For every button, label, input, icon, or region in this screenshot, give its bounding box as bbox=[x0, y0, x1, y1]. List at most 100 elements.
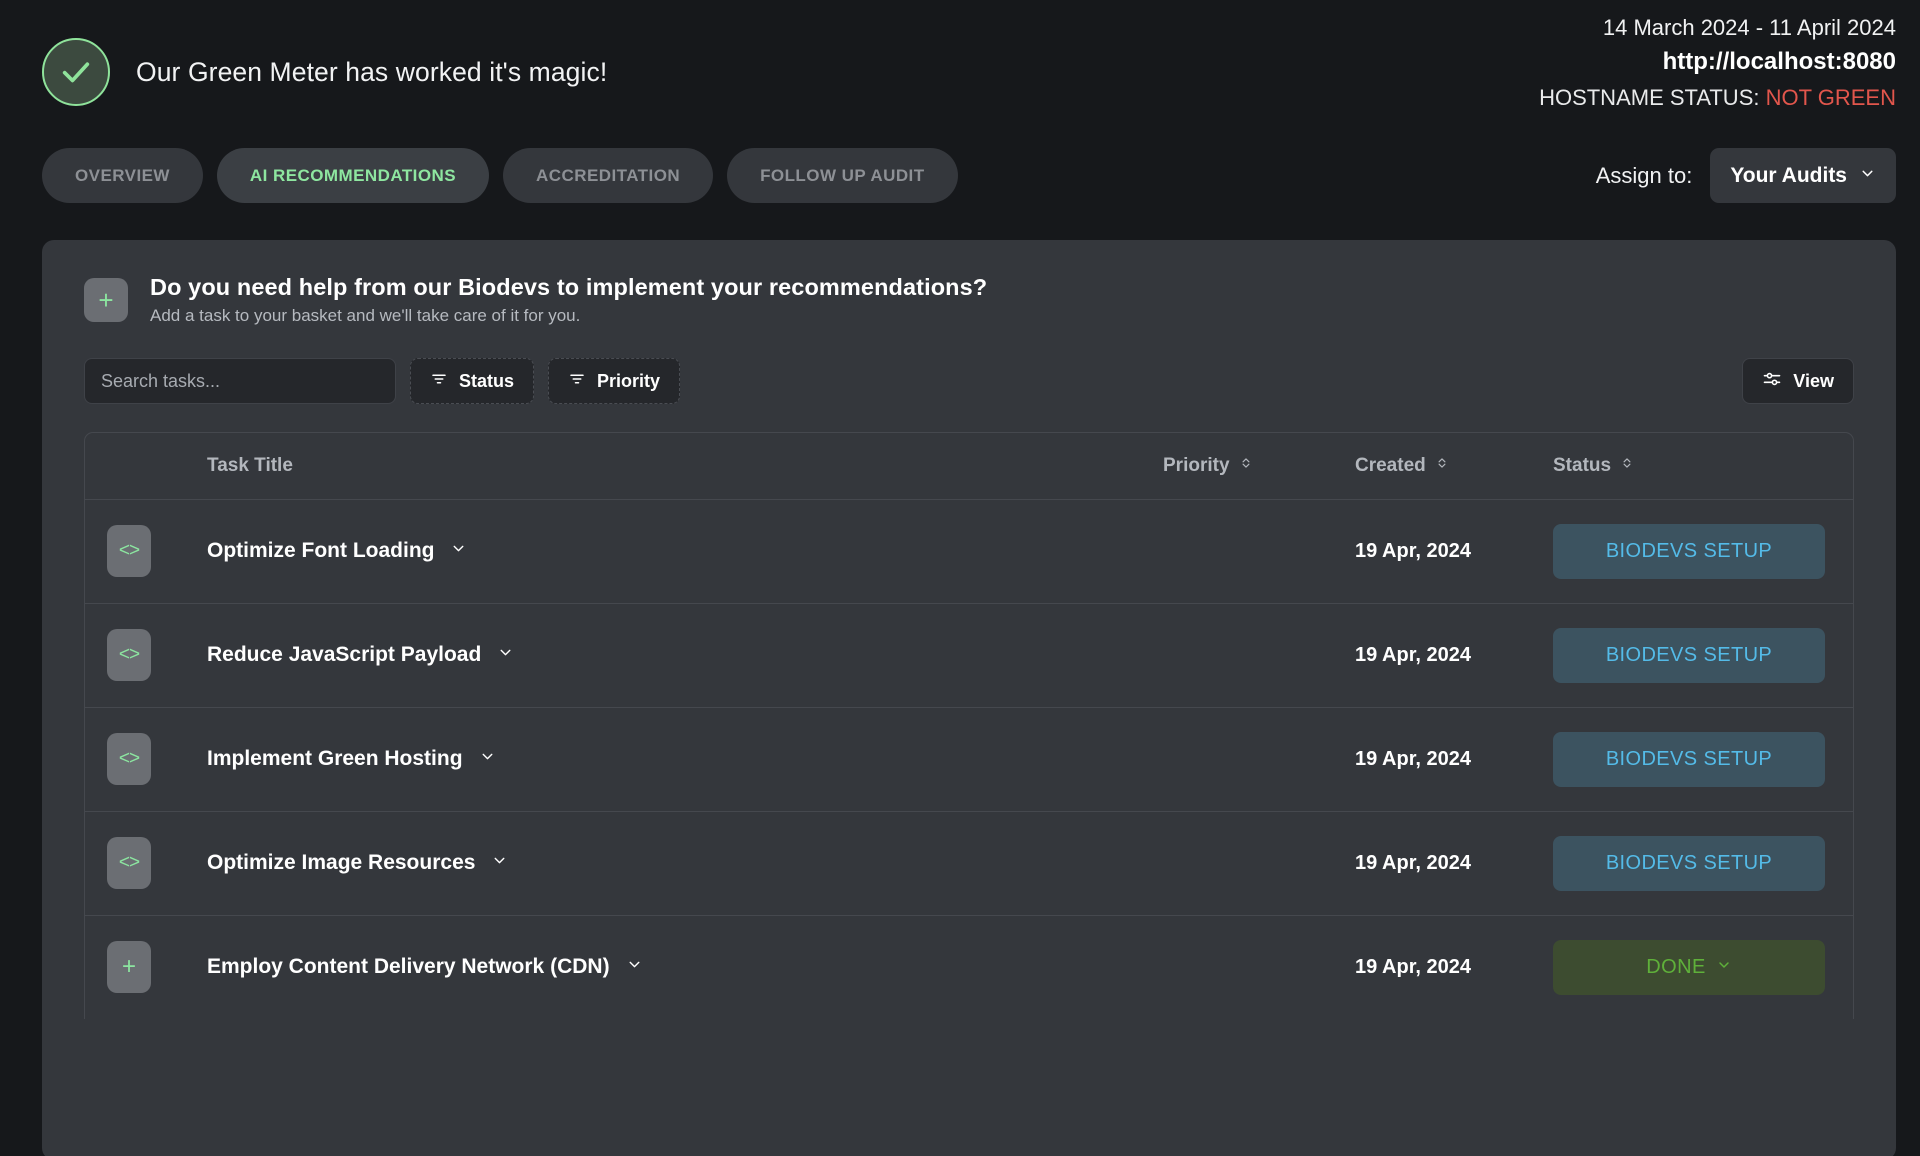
chevron-down-icon bbox=[1716, 956, 1732, 979]
page-header: Our Green Meter has worked it's magic! 1… bbox=[0, 0, 1920, 148]
column-header-created[interactable]: Created bbox=[1355, 433, 1553, 500]
status-label: BIODEVS SETUP bbox=[1605, 643, 1773, 666]
status-filter-button[interactable]: Status bbox=[410, 358, 535, 404]
row-created-cell: 19 Apr, 2024 bbox=[1355, 499, 1553, 604]
chevron-down-icon bbox=[479, 747, 496, 771]
table-row: <> Optimize Font Loading 19 Apr, 2024 BI… bbox=[85, 499, 1853, 604]
assign-to-control: Assign to: Your Audits bbox=[1596, 148, 1896, 203]
task-title-label: Optimize Font Loading bbox=[207, 539, 435, 562]
tab-accreditation[interactable]: ACCREDITATION bbox=[503, 148, 714, 203]
row-priority-cell bbox=[1163, 707, 1355, 812]
table-row: + Employ Content Delivery Network (CDN) bbox=[85, 915, 1853, 1019]
tab-follow-up-audit[interactable]: FOLLOW UP AUDIT bbox=[727, 148, 958, 203]
tab-overview[interactable]: OVERVIEW bbox=[42, 148, 203, 203]
status-label: BIODEVS SETUP bbox=[1605, 539, 1773, 562]
date-range: 14 March 2024 - 11 April 2024 bbox=[1602, 15, 1896, 40]
view-options-button[interactable]: View bbox=[1742, 358, 1854, 404]
sort-icon bbox=[1620, 455, 1634, 477]
created-date: 19 Apr, 2024 bbox=[1355, 747, 1472, 770]
tab-list: OVERVIEW AI RECOMMENDATIONS ACCREDITATIO… bbox=[42, 148, 958, 203]
chevron-down-icon bbox=[626, 955, 643, 979]
chevron-down-icon bbox=[497, 643, 514, 667]
status-filter-label: Status bbox=[459, 370, 515, 391]
priority-filter-button[interactable]: Priority bbox=[548, 358, 681, 404]
row-badge-cell: + bbox=[85, 915, 207, 1019]
task-title-toggle[interactable]: Optimize Font Loading bbox=[207, 539, 1163, 563]
sliders-icon bbox=[1762, 369, 1782, 394]
column-header-status[interactable]: Status bbox=[1553, 433, 1853, 500]
add-task-button[interactable]: + bbox=[84, 278, 128, 322]
tasks-table-head: Task Title Priority Created Status bbox=[85, 433, 1853, 500]
row-status-cell: DONE bbox=[1553, 915, 1853, 1019]
plus-icon[interactable]: + bbox=[107, 941, 151, 994]
row-badge-cell: <> bbox=[85, 603, 207, 708]
tasks-table: Task Title Priority Created Status <> Op… bbox=[85, 433, 1853, 1019]
column-label-priority: Priority bbox=[1163, 454, 1230, 476]
table-row: <> Reduce JavaScript Payload 19 Apr, 202… bbox=[85, 603, 1853, 708]
search-input[interactable] bbox=[84, 358, 396, 404]
task-title-label: Optimize Image Resources bbox=[207, 851, 476, 874]
column-header-task-title: Task Title bbox=[207, 433, 1163, 500]
task-title-toggle[interactable]: Reduce JavaScript Payload bbox=[207, 643, 1163, 667]
plus-icon: + bbox=[98, 285, 114, 315]
status-label: BIODEVS SETUP bbox=[1605, 747, 1773, 770]
row-created-cell: 19 Apr, 2024 bbox=[1355, 603, 1553, 708]
task-title-toggle[interactable]: Employ Content Delivery Network (CDN) bbox=[207, 955, 1163, 979]
task-title-label: Implement Green Hosting bbox=[207, 747, 463, 770]
status-badge[interactable]: BIODEVS SETUP bbox=[1553, 627, 1825, 683]
code-icon[interactable]: <> bbox=[107, 629, 151, 681]
row-priority-cell bbox=[1163, 499, 1355, 604]
chevron-down-icon bbox=[450, 539, 467, 563]
status-badge[interactable]: BIODEVS SETUP bbox=[1553, 731, 1825, 787]
row-title-cell: Implement Green Hosting bbox=[207, 707, 1163, 812]
sort-icon bbox=[1435, 455, 1449, 477]
status-badge[interactable]: DONE bbox=[1553, 939, 1825, 995]
column-label-task-title: Task Title bbox=[207, 454, 293, 476]
table-row: <> Implement Green Hosting 19 Apr, 2024 … bbox=[85, 707, 1853, 812]
priority-filter-label: Priority bbox=[597, 370, 661, 391]
assign-to-label: Assign to: bbox=[1595, 162, 1693, 188]
biodevs-help-title: Do you need help from our Biodevs to imp… bbox=[150, 274, 988, 300]
assign-to-value: Your Audits bbox=[1730, 163, 1847, 187]
created-date: 19 Apr, 2024 bbox=[1355, 955, 1472, 978]
status-badge[interactable]: BIODEVS SETUP bbox=[1553, 523, 1825, 579]
status-label: BIODEVS SETUP bbox=[1605, 851, 1773, 874]
created-date: 19 Apr, 2024 bbox=[1355, 643, 1472, 666]
task-title-toggle[interactable]: Optimize Image Resources bbox=[207, 851, 1163, 875]
created-date: 19 Apr, 2024 bbox=[1355, 539, 1472, 562]
table-header-row: Task Title Priority Created Status bbox=[85, 433, 1853, 500]
tasks-table-body: <> Optimize Font Loading 19 Apr, 2024 BI… bbox=[85, 499, 1853, 1019]
row-created-cell: 19 Apr, 2024 bbox=[1355, 915, 1553, 1019]
row-priority-cell bbox=[1163, 915, 1355, 1019]
column-header-icon bbox=[85, 433, 207, 500]
row-priority-cell bbox=[1163, 603, 1355, 708]
row-badge-cell: <> bbox=[85, 707, 207, 812]
row-badge-cell: <> bbox=[85, 811, 207, 916]
header-meta: 14 March 2024 - 11 April 2024 http://loc… bbox=[1539, 12, 1896, 114]
row-status-cell: BIODEVS SETUP bbox=[1553, 707, 1853, 812]
task-title-label: Employ Content Delivery Network (CDN) bbox=[207, 955, 610, 979]
hostname-status: HOSTNAME STATUS: NOT GREEN bbox=[1539, 82, 1896, 113]
row-title-cell: Reduce JavaScript Payload bbox=[207, 603, 1163, 708]
site-url: http://localhost:8080 bbox=[1662, 48, 1896, 76]
row-status-cell: BIODEVS SETUP bbox=[1553, 499, 1853, 604]
row-status-cell: BIODEVS SETUP bbox=[1553, 603, 1853, 708]
tab-ai-recommendations[interactable]: AI RECOMMENDATIONS bbox=[216, 148, 490, 203]
biodevs-help-text: Do you need help from our Biodevs to imp… bbox=[150, 274, 987, 326]
row-status-cell: BIODEVS SETUP bbox=[1553, 811, 1853, 916]
filter-icon bbox=[430, 370, 448, 393]
task-title-toggle[interactable]: Implement Green Hosting bbox=[207, 747, 1163, 771]
status-badge[interactable]: BIODEVS SETUP bbox=[1553, 835, 1825, 891]
row-title-cell: Optimize Font Loading bbox=[207, 499, 1163, 604]
code-icon[interactable]: <> bbox=[107, 525, 151, 577]
recommendations-card: + Do you need help from our Biodevs to i… bbox=[42, 240, 1896, 1156]
row-title-cell: Employ Content Delivery Network (CDN) bbox=[207, 915, 1163, 1019]
assign-to-dropdown[interactable]: Your Audits bbox=[1710, 148, 1896, 203]
check-circle-icon bbox=[42, 38, 110, 106]
code-icon[interactable]: <> bbox=[107, 733, 151, 785]
code-icon[interactable]: <> bbox=[107, 837, 151, 889]
filter-icon bbox=[568, 370, 586, 393]
created-date: 19 Apr, 2024 bbox=[1355, 851, 1472, 874]
view-label: View bbox=[1793, 370, 1834, 391]
column-header-priority[interactable]: Priority bbox=[1163, 433, 1355, 500]
